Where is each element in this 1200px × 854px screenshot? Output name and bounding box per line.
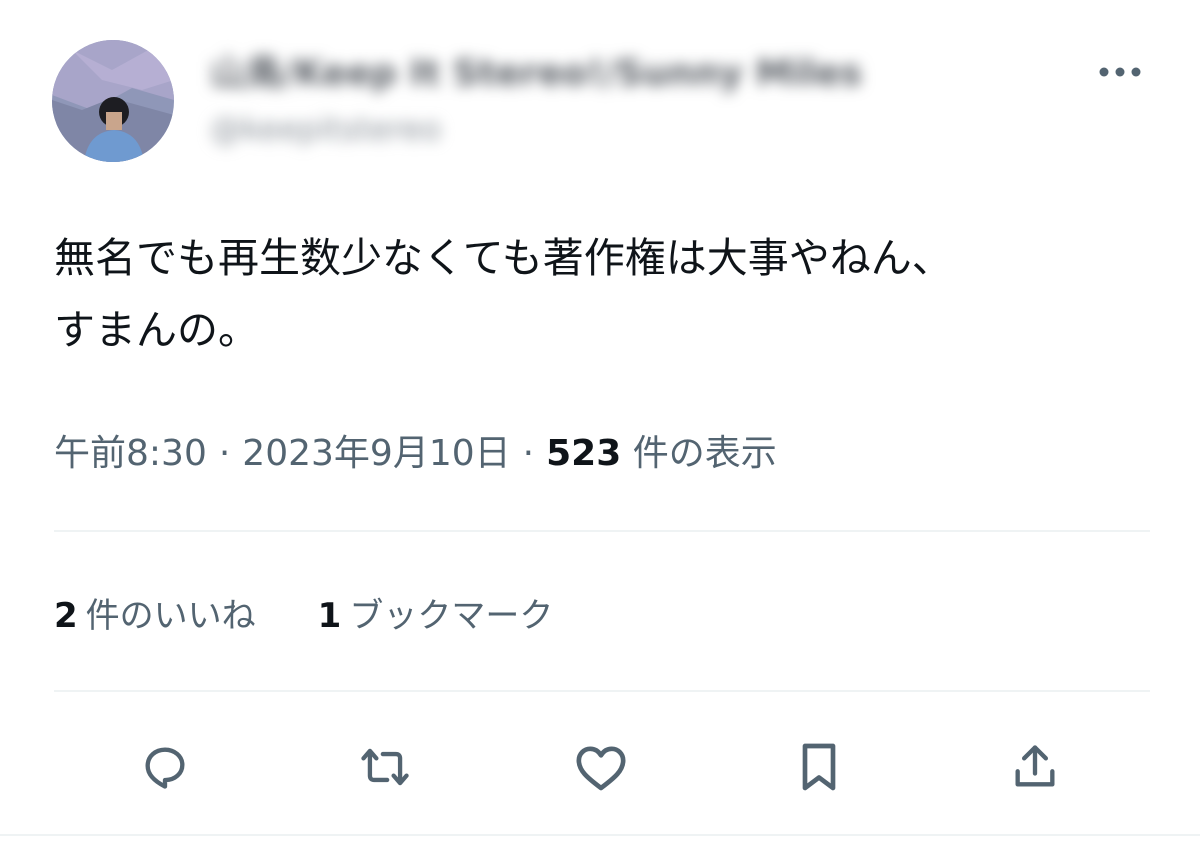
bottom-divider (0, 834, 1200, 836)
tweet-detail: 山鳥/Keep It Stereo!/Sunny Miles @keepitst… (0, 0, 1200, 854)
more-options-button[interactable] (1090, 56, 1150, 88)
views-count: 523 (546, 433, 622, 474)
like-button[interactable] (566, 732, 636, 802)
views-label: 件の表示 (632, 433, 777, 474)
tweet-meta: 午前8:30 · 2023年9月10日 · 523 件の表示 (54, 424, 777, 476)
retweet-button[interactable] (350, 732, 420, 802)
heart-icon (576, 746, 626, 791)
share-icon (1015, 745, 1055, 787)
author-display-name[interactable]: 山鳥/Keep It Stereo!/Sunny Miles (210, 44, 862, 96)
bookmarks-label: ブックマーク (349, 596, 554, 636)
divider (54, 690, 1150, 692)
divider (54, 530, 1150, 532)
share-button[interactable] (1000, 732, 1070, 802)
tweet-time[interactable]: 午前8:30 (54, 433, 207, 474)
reply-button[interactable] (130, 732, 200, 802)
likes-count: 2 (54, 596, 78, 636)
author-handle[interactable]: @keepitstereo (210, 110, 441, 148)
avatar[interactable] (52, 40, 174, 162)
meta-separator: · (218, 433, 231, 474)
reply-icon (145, 747, 185, 789)
bookmarks-stat[interactable]: 1 ブックマーク (318, 588, 554, 637)
engagement-stats: 2 件のいいね 1 ブックマーク (54, 588, 615, 637)
retweet-icon (361, 748, 409, 786)
bookmark-button[interactable] (784, 732, 854, 802)
tweet-text: 無名でも再生数少なくても著作権は大事やねん、 すまんの。 (54, 234, 953, 354)
bookmark-icon (802, 743, 836, 791)
likes-label: 件のいいね (85, 596, 256, 636)
meta-separator: · (522, 433, 535, 474)
more-horizontal-icon (1099, 67, 1141, 77)
tweet-date[interactable]: 2023年9月10日 (242, 433, 510, 474)
bookmarks-count: 1 (317, 596, 342, 636)
action-bar (0, 732, 1200, 802)
likes-stat[interactable]: 2 件のいいね (54, 588, 256, 637)
